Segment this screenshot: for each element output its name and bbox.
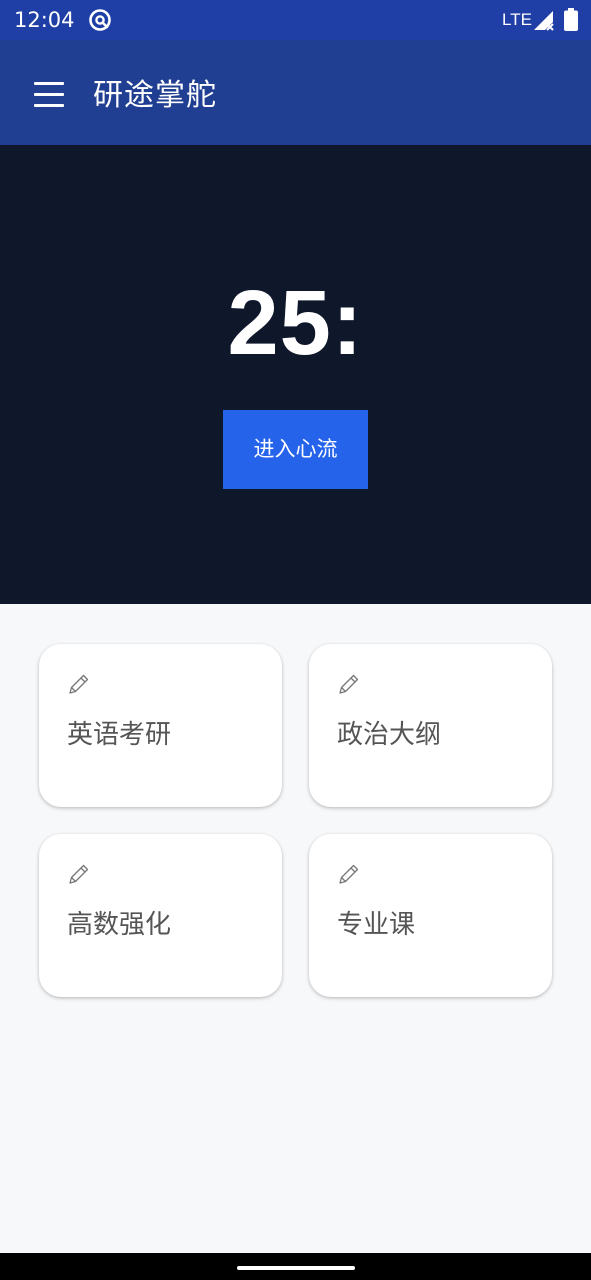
- subject-label: 高数强化: [67, 910, 172, 940]
- pencil-icon: [339, 674, 359, 694]
- status-time: 12:04: [14, 8, 75, 32]
- subject-label: 专业课: [337, 910, 416, 940]
- signal-no-data-icon: [534, 11, 554, 31]
- subject-card-english[interactable]: 英语考研: [39, 644, 282, 807]
- focus-timer-panel: 25: 进入心流: [0, 145, 591, 604]
- battery-full-icon: [564, 8, 578, 31]
- home-gesture-handle[interactable]: [237, 1266, 355, 1270]
- pencil-icon: [339, 864, 359, 884]
- pencil-icon: [69, 674, 89, 694]
- enter-flow-button[interactable]: 进入心流: [223, 410, 368, 489]
- system-navigation-bar: [0, 1253, 591, 1280]
- pencil-icon: [69, 864, 89, 884]
- status-bar: 12:04 LTE: [0, 0, 591, 40]
- subject-label: 英语考研: [67, 720, 172, 750]
- subject-card-math[interactable]: 高数强化: [39, 834, 282, 997]
- subject-label: 政治大纲: [337, 720, 442, 750]
- menu-button[interactable]: [26, 72, 72, 114]
- app-title: 研途掌舵: [93, 78, 217, 113]
- network-type: LTE: [502, 10, 532, 29]
- timer-display: 25:: [227, 272, 364, 374]
- subject-card-politics[interactable]: 政治大纲: [309, 644, 552, 807]
- subject-card-major[interactable]: 专业课: [309, 834, 552, 997]
- at-sign-icon: [89, 9, 111, 31]
- app-bar: 研途掌舵: [0, 40, 591, 145]
